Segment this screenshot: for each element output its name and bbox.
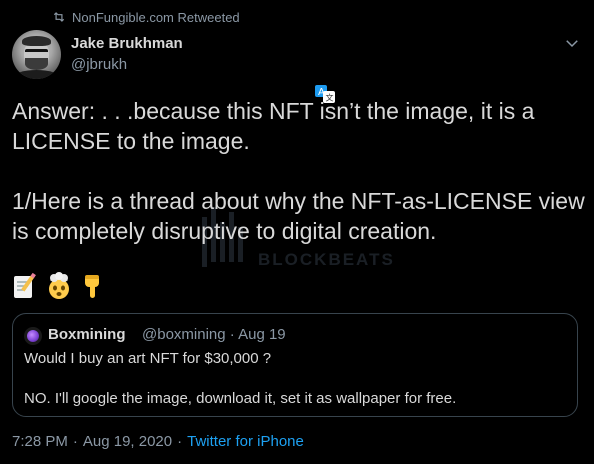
emoji-row	[12, 272, 106, 302]
author-avatar[interactable]	[12, 30, 61, 79]
pointing-down-emoji	[85, 275, 99, 298]
quoted-author-meta: @boxmining · Aug 19	[142, 326, 286, 343]
tweet-time[interactable]: 7:28 PM	[12, 433, 68, 450]
quoted-author-name: Boxmining	[48, 326, 126, 343]
avatar-shirt	[14, 70, 59, 79]
quoted-tweet-card[interactable]: Boxmining @boxmining · Aug 19 Would I bu…	[12, 313, 578, 417]
watermark-text: BLOCKBEATS	[258, 250, 395, 269]
footer-separator: ·	[72, 433, 78, 450]
avatar-glasses	[25, 49, 48, 58]
quoted-author-avatar	[24, 327, 42, 345]
tweet-text: Answer: . . .because this NFT isn’t the …	[12, 98, 585, 244]
tweet-source-link[interactable]: Twitter for iPhone	[187, 433, 304, 450]
translate-icon[interactable]: A 文	[314, 84, 336, 104]
avatar-beard	[25, 58, 48, 70]
quoted-tweet-text-line2: NO. I'll google the image, download it, …	[24, 390, 457, 407]
author-display-name[interactable]: Jake Brukhman	[71, 35, 183, 52]
chevron-down-icon[interactable]	[563, 34, 581, 52]
svg-text:文: 文	[326, 93, 334, 103]
footer-separator: ·	[177, 433, 183, 450]
memo-emoji	[14, 272, 36, 298]
quoted-tweet-text-line1: Would I buy an art NFT for $30,000 ?	[24, 350, 272, 367]
retweet-icon	[53, 12, 65, 22]
tweet-footer: 7:28 PM · Aug 19, 2020 · Twitter for iPh…	[12, 433, 304, 450]
quoted-avatar-graphic	[27, 330, 39, 342]
author-handle[interactable]: @jbrukh	[71, 56, 127, 73]
tweet-date[interactable]: Aug 19, 2020	[83, 433, 172, 450]
retweet-header[interactable]: NonFungible.com Retweeted	[52, 9, 240, 25]
exploding-head-emoji	[49, 272, 69, 299]
avatar-hair	[22, 36, 51, 46]
retweet-label: NonFungible.com Retweeted	[72, 9, 240, 25]
